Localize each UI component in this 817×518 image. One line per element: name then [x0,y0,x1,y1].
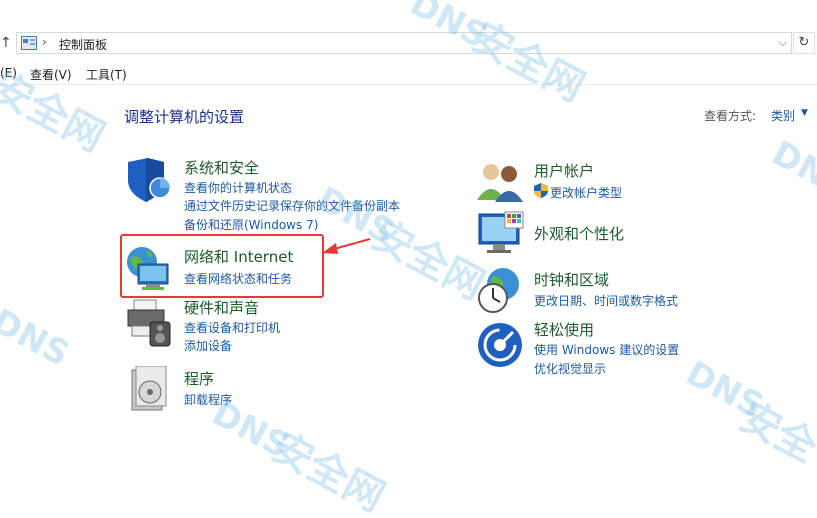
address-dropdown-icon[interactable]: ⌵ [779,36,787,50]
link-devices-printers[interactable]: 查看设备和打印机 [184,319,280,336]
ease-of-access-icon[interactable] [477,322,523,368]
annotation-arrow-icon [322,238,371,254]
menubar: (E) 查看(V) 工具(T) [0,63,817,85]
category-hardware-sound-title[interactable]: 硬件和声音 [184,297,259,318]
control-panel-icon [21,36,37,50]
link-file-history-backup[interactable]: 通过文件历史记录保存你的文件备份副本 [184,197,400,214]
shield-icon[interactable] [124,156,174,204]
uac-shield-icon [534,183,548,198]
link-change-account-type[interactable]: 更改帐户类型 [550,184,622,201]
address-bar[interactable]: › 控制面板 ⌵ [16,32,792,54]
up-arrow-icon[interactable]: ↑ [0,34,12,52]
address-bar-row: ↑ › 控制面板 ⌵ ↻ [0,30,817,56]
watermark: 安全 [732,393,817,472]
link-optimize-visual-display[interactable]: 优化视觉显示 [534,360,606,377]
programs-icon[interactable] [128,366,172,412]
link-add-device[interactable]: 添加设备 [184,337,232,354]
watermark: DNS [0,301,76,375]
category-programs-title[interactable]: 程序 [184,368,214,389]
watermark: 安全网 [464,14,592,112]
category-user-accounts-title[interactable]: 用户帐户 [534,160,594,181]
page-title: 调整计算机的设置 [124,108,245,126]
users-icon[interactable] [477,160,523,204]
link-change-date-time-format[interactable]: 更改日期、时间或数字格式 [534,292,678,309]
link-windows-recommended-settings[interactable]: 使用 Windows 建议的设置 [534,341,679,358]
category-ease-of-access-title[interactable]: 轻松使用 [534,319,594,340]
watermark: 安全网 [264,424,392,518]
watermark: DNS [765,133,817,207]
link-backup-restore[interactable]: 备份和还原(Windows 7) [184,216,318,233]
view-by-label: 查看方式: [704,109,757,123]
view-by-caret-icon[interactable]: ▼ [801,108,808,118]
watermark: DNS [679,353,770,427]
menu-edit[interactable]: (E) [0,66,17,80]
link-view-computer-status[interactable]: 查看你的计算机状态 [184,179,292,196]
appearance-icon[interactable] [477,210,525,258]
view-by-dropdown[interactable]: 类别 [771,107,795,124]
category-appearance-title[interactable]: 外观和个性化 [534,223,624,244]
clock-globe-icon[interactable] [477,266,523,314]
menu-tools[interactable]: 工具(T) [86,66,127,83]
breadcrumb-control-panel[interactable]: 控制面板 [59,36,107,53]
refresh-button[interactable]: ↻ [793,32,815,54]
breadcrumb-separator: › [42,35,47,49]
category-system-security-title[interactable]: 系统和安全 [184,157,259,178]
link-uninstall-program[interactable]: 卸载程序 [184,391,232,408]
highlight-box [120,234,324,298]
printer-icon[interactable] [124,298,174,348]
category-clock-region-title[interactable]: 时钟和区域 [534,269,609,290]
menu-view[interactable]: 查看(V) [30,66,72,83]
